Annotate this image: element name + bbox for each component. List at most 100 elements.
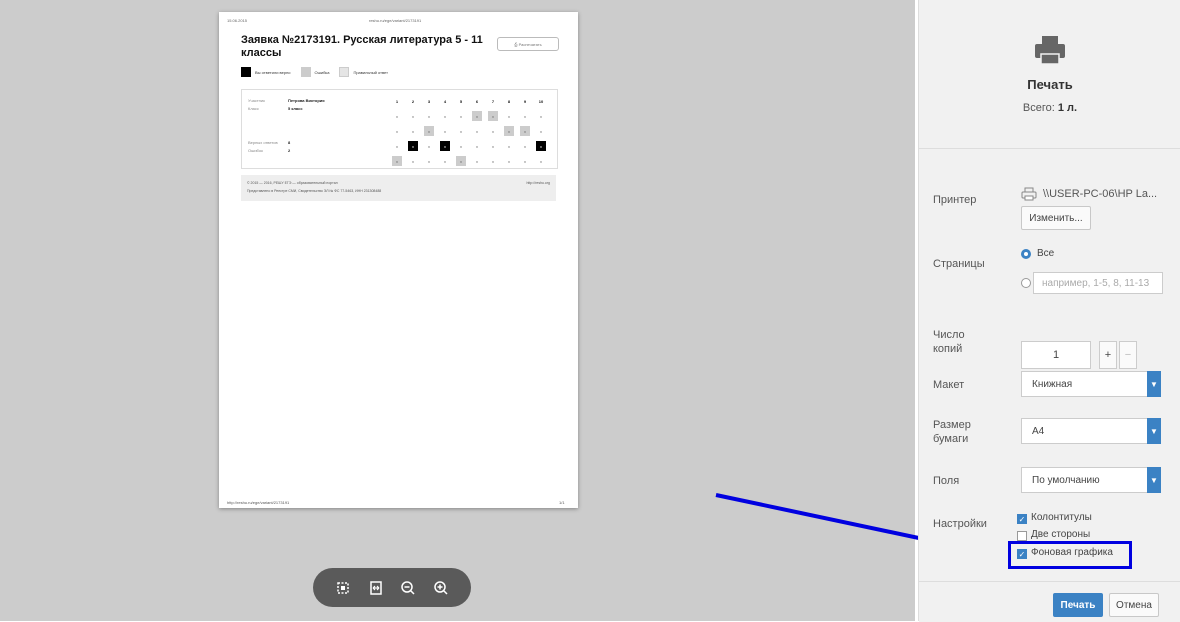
- grid-cell: x: [444, 113, 446, 119]
- grid-cell: x: [540, 128, 542, 134]
- grid-cell: x: [504, 126, 514, 136]
- legend-label-error: Ошибка: [314, 69, 330, 75]
- total-pages: Всего: 1 л.: [1023, 102, 1077, 114]
- grid-cell: x: [540, 113, 542, 119]
- grid-cell: x: [476, 158, 478, 164]
- page-header-url: reshu.ru/ege/variant/2173191: [369, 18, 422, 23]
- grid-cell: x: [472, 111, 482, 121]
- footer-line: © 2015 — 2016, РЕШУ ЕГЭ — образовательны…: [247, 181, 338, 185]
- chevron-down-icon: ▼: [1147, 467, 1161, 493]
- grid-cell: x: [444, 158, 446, 164]
- pages-all-radio[interactable]: [1021, 249, 1031, 259]
- paper-size-value: A4: [1032, 425, 1045, 437]
- change-printer-button[interactable]: Изменить...: [1021, 206, 1091, 230]
- grid-column-header: 6: [475, 98, 479, 104]
- grid-column-header: 4: [443, 98, 447, 104]
- total-pages-value: 1 л.: [1057, 102, 1078, 114]
- printer-icon: [1033, 34, 1067, 71]
- grid-cell: x: [428, 113, 430, 119]
- margins-label: Поля: [933, 475, 960, 487]
- grid-cell: x: [492, 128, 494, 134]
- page-number: 1/1: [559, 500, 565, 505]
- grid-cell: x: [456, 156, 466, 166]
- grid-cell: x: [536, 141, 546, 151]
- settings-label: Настройки: [933, 518, 987, 530]
- page-footer-url: http://reshu.ru/ege/variant/2173191: [227, 500, 290, 505]
- grid-cell: x: [440, 141, 450, 151]
- page-header-date: 15.06.2015: [227, 18, 248, 23]
- copies-decrement-button[interactable]: −: [1119, 341, 1137, 369]
- cancel-button[interactable]: Отмена: [1109, 593, 1159, 617]
- two-sided-label: Две стороны: [1031, 529, 1091, 540]
- two-sided-checkbox[interactable]: [1017, 531, 1027, 541]
- preview-page: 15.06.2015 reshu.ru/ege/variant/2173191 …: [219, 12, 578, 508]
- grid-cell: x: [540, 158, 542, 164]
- legend-label-answer: Правильный ответ: [353, 69, 388, 75]
- grid-cell: x: [412, 158, 414, 164]
- document-footer: © 2015 — 2016, РЕШУ ЕГЭ — образовательны…: [241, 175, 556, 201]
- divider: [919, 148, 1180, 149]
- annotation-highlight-box: [1008, 541, 1132, 569]
- margins-select[interactable]: По умолчанию ▼: [1021, 467, 1161, 493]
- chevron-down-icon: ▼: [1147, 418, 1161, 444]
- grid-cell: x: [460, 143, 462, 149]
- grid-cell: x: [444, 128, 446, 134]
- table-label: Ошибок: [248, 148, 263, 153]
- table-label: Класс: [248, 106, 259, 111]
- legend-swatch-error: [300, 67, 311, 77]
- grid-cell: x: [492, 143, 494, 149]
- copies-increment-button[interactable]: +: [1099, 341, 1117, 369]
- grid-cell: x: [492, 158, 494, 164]
- table-value: 5 класс: [288, 106, 303, 111]
- preview-toolbar: [313, 568, 471, 607]
- table-value: Петрова Виктория: [288, 98, 325, 103]
- footer-link: http://reshu.org: [526, 181, 550, 185]
- pages-label: Страницы: [933, 258, 985, 270]
- print-settings-panel: Печать Всего: 1 л. Принтер \\USER-PC-06\…: [918, 0, 1180, 622]
- printer-name: \\USER-PC-06\HP La...: [1043, 188, 1158, 200]
- grid-column-header: 5: [459, 98, 463, 104]
- zoom-in-icon[interactable]: [430, 577, 452, 599]
- grid-column-header: 9: [523, 98, 527, 104]
- legend: Вы ответили верно Ошибка Правильный отве…: [241, 67, 388, 77]
- grid-cell: x: [488, 111, 498, 121]
- print-button[interactable]: Печать: [1053, 593, 1103, 617]
- grid-cell: x: [412, 128, 414, 134]
- answer-grid: 1 2 3 4 5 6 7 8 9 10 x x x x x x x x x x x x x x x x x x x x x x x x x x x x x…: [392, 96, 549, 169]
- printer-selector[interactable]: \\USER-PC-06\HP La...: [1021, 187, 1157, 201]
- grid-cell: x: [428, 143, 430, 149]
- table-value: 2: [288, 148, 291, 153]
- layout-select[interactable]: Книжная ▼: [1021, 371, 1161, 397]
- copies-input[interactable]: 1: [1021, 341, 1091, 369]
- grid-column-header: 3: [427, 98, 431, 104]
- footer-line: Представлено в Реестре СМИ, Свидетельств…: [247, 189, 382, 193]
- grid-cell: x: [392, 156, 402, 166]
- paper-size-select[interactable]: A4 ▼: [1021, 418, 1161, 444]
- grid-cell: x: [460, 128, 462, 134]
- pages-range-input[interactable]: например, 1-5, 8, 11-13: [1033, 272, 1163, 294]
- grid-cell: x: [476, 143, 478, 149]
- total-pages-label: Всего:: [1022, 102, 1055, 114]
- document-title: Заявка №2173191. Русская литература 5 - …: [241, 34, 483, 59]
- copies-label: Число копий: [933, 329, 965, 355]
- grid-cell: x: [524, 158, 526, 164]
- pages-custom-radio[interactable]: [1021, 278, 1031, 288]
- headers-footers-label: Колонтитулы: [1031, 512, 1092, 523]
- zoom-out-icon[interactable]: [397, 577, 419, 599]
- grid-cell: x: [508, 158, 510, 164]
- grid-cell: x: [396, 143, 398, 149]
- grid-column-header: 8: [507, 98, 511, 104]
- results-table: Участник Класс Верных ответов Ошибок Пет…: [241, 89, 558, 169]
- fit-page-icon[interactable]: [332, 577, 354, 599]
- legend-swatch-correct: [241, 67, 251, 77]
- grid-cell: x: [524, 143, 526, 149]
- grid-cell: x: [524, 113, 526, 119]
- printer-small-icon: [1021, 187, 1037, 201]
- document-print-button: ⎙ Распечатать: [497, 37, 559, 51]
- grid-cell: x: [424, 126, 434, 136]
- panel-footer: Печать Отмена: [919, 581, 1180, 622]
- legend-swatch-answer: [339, 67, 350, 77]
- grid-column-header: 1: [395, 98, 399, 104]
- headers-footers-checkbox[interactable]: ✓: [1017, 514, 1027, 524]
- fit-width-icon[interactable]: [365, 577, 387, 599]
